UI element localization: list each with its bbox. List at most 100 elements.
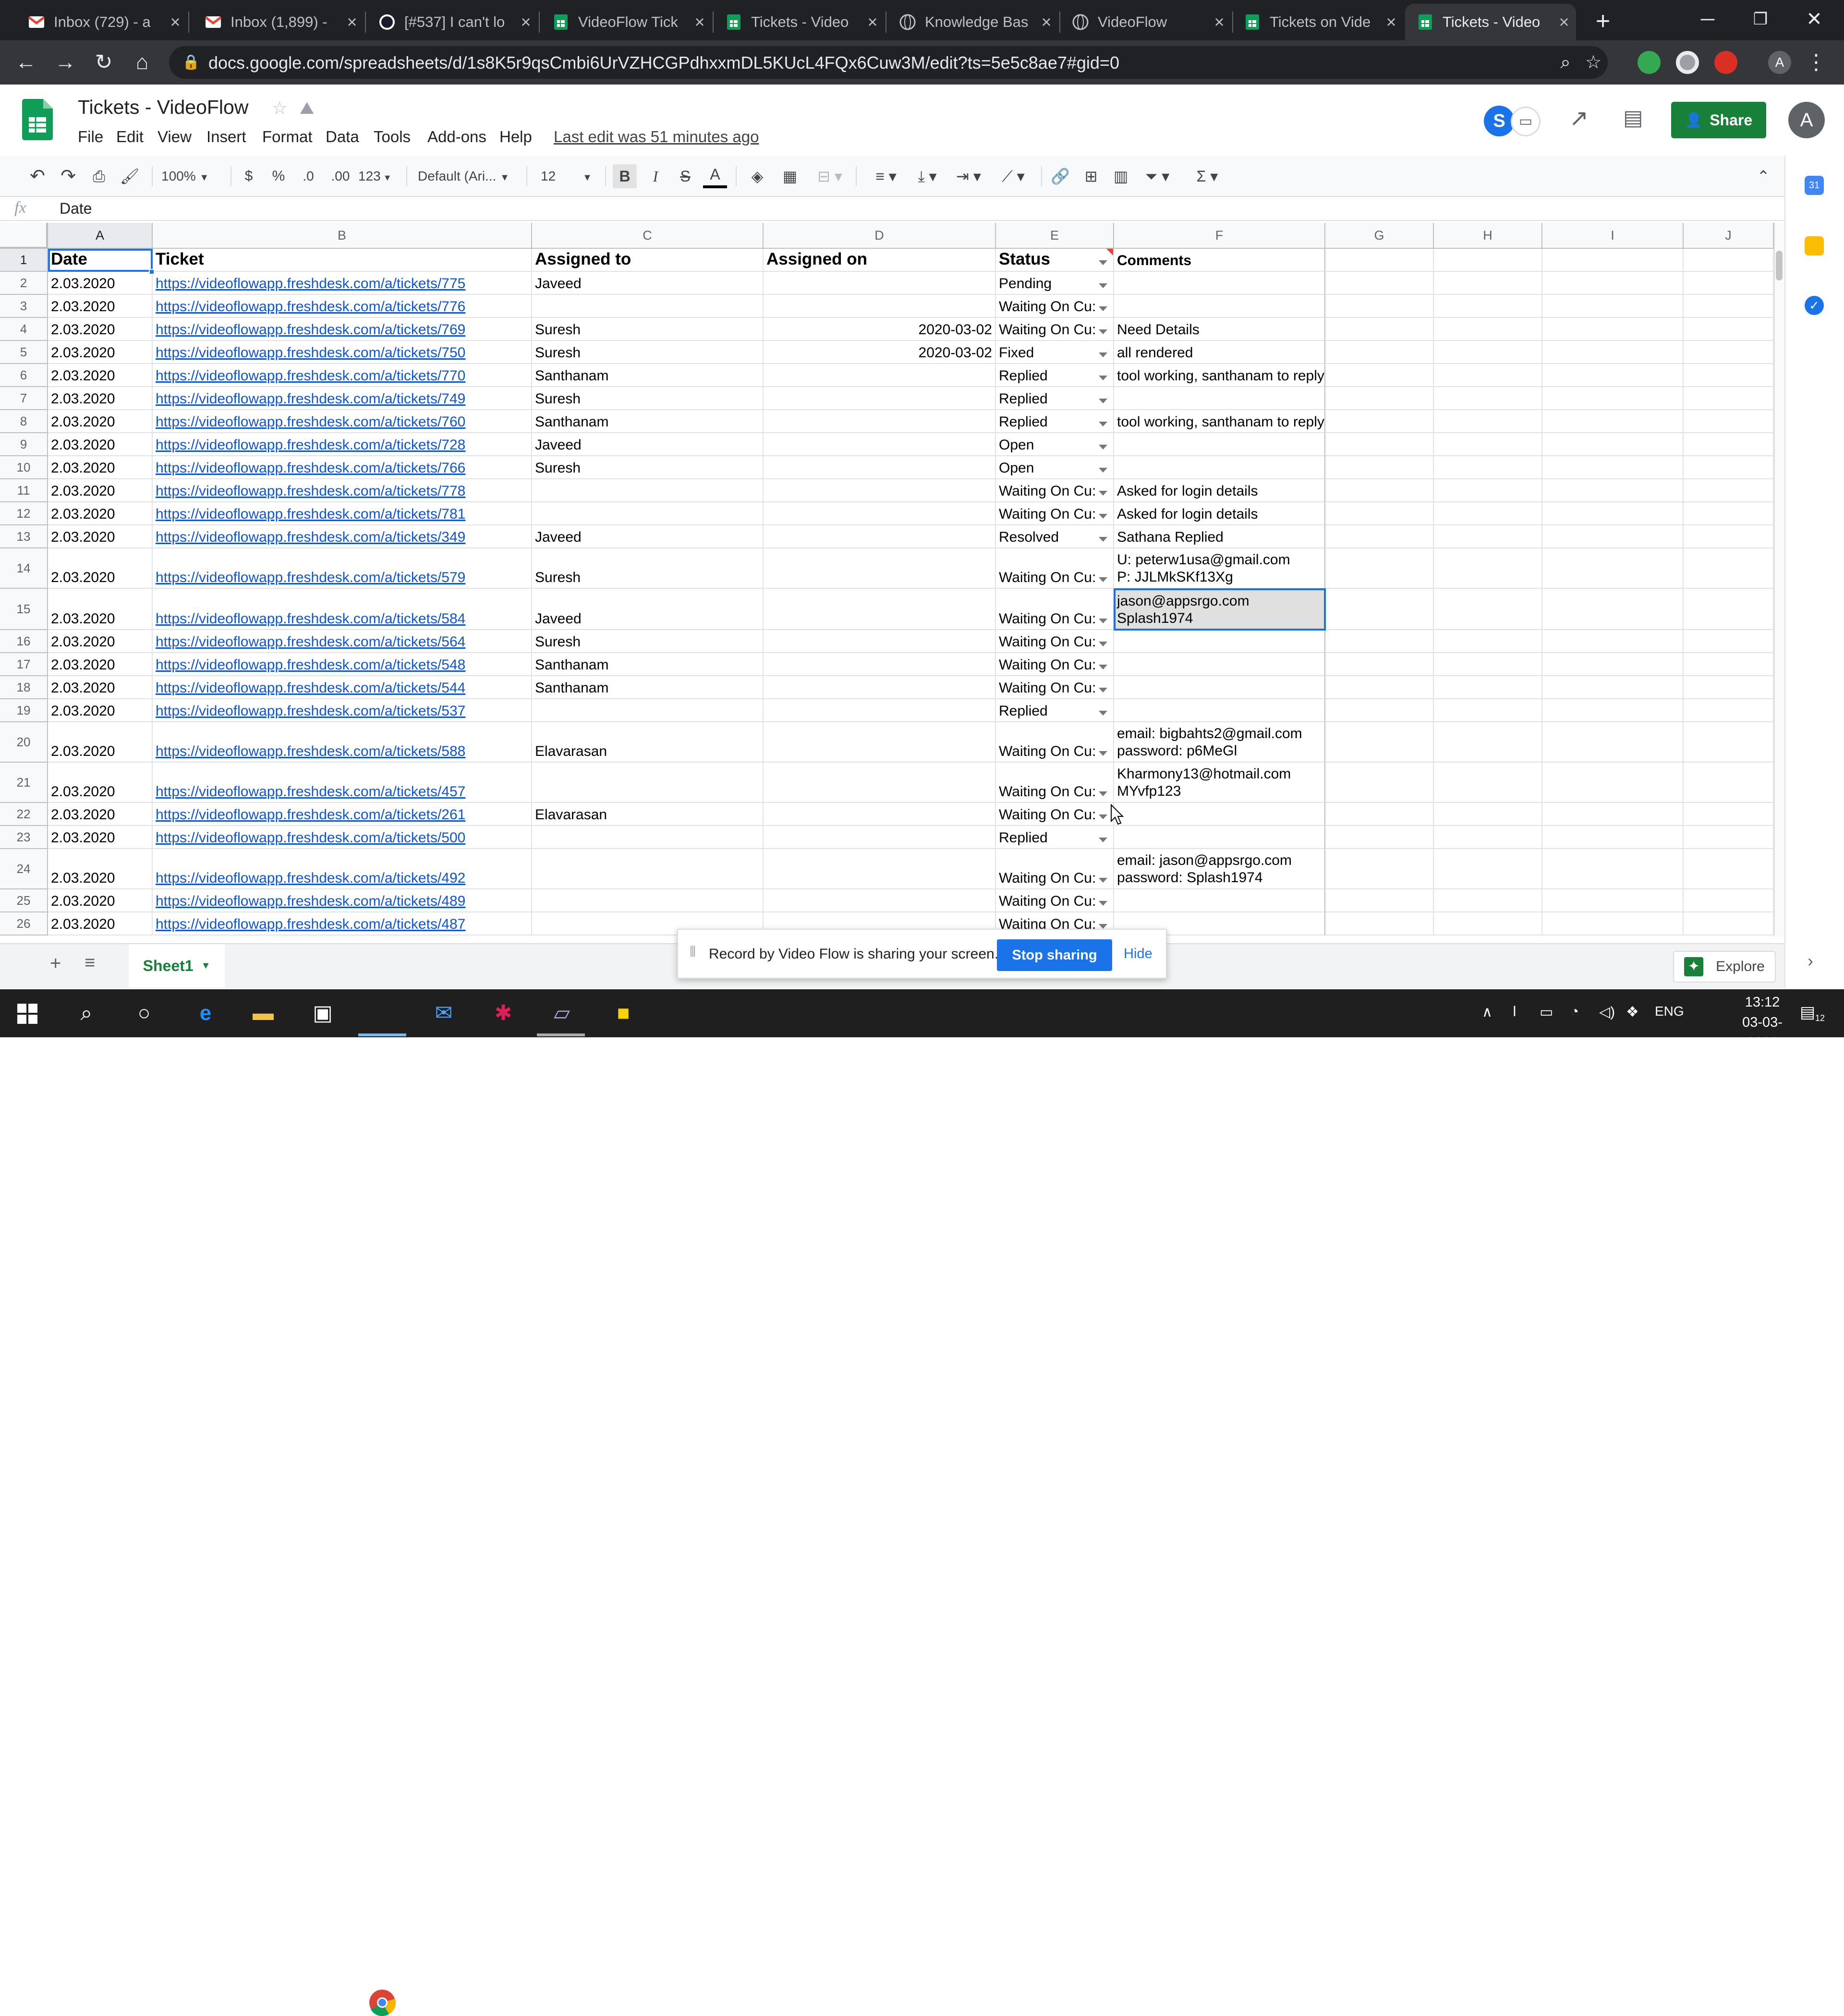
cell-date[interactable]: 2.03.2020 bbox=[48, 364, 153, 387]
empty-cell[interactable] bbox=[1684, 479, 1774, 502]
row-header[interactable]: 23 bbox=[0, 826, 48, 849]
empty-cell[interactable] bbox=[1434, 341, 1542, 364]
cell-status-dropdown[interactable]: Waiting On Cu: bbox=[996, 318, 1114, 341]
row-header[interactable]: 8 bbox=[0, 410, 48, 433]
notification-center-icon[interactable]: ▤ bbox=[1800, 1003, 1815, 1022]
tray-battery-icon[interactable]: ▭ bbox=[1540, 1004, 1553, 1020]
empty-cell[interactable] bbox=[1542, 433, 1684, 456]
tray-wifi-icon[interactable]: ◔ bbox=[1570, 1004, 1579, 1020]
cell-comments[interactable] bbox=[1114, 676, 1325, 699]
tab-close-icon[interactable]: × bbox=[514, 12, 538, 32]
row-header[interactable]: 15 bbox=[0, 589, 48, 630]
row-header[interactable]: 3 bbox=[0, 295, 48, 318]
dropdown-arrow-icon[interactable] bbox=[1099, 260, 1107, 265]
tab-close-icon[interactable]: × bbox=[688, 12, 712, 32]
print-icon[interactable]: ⎙ bbox=[87, 164, 110, 188]
row-header[interactable]: 20 bbox=[0, 722, 48, 763]
new-tab-button[interactable]: + bbox=[1588, 7, 1618, 37]
cell-ticket-link[interactable]: https://videoflowapp.freshdesk.com/a/tic… bbox=[153, 341, 532, 364]
cell-ticket-link[interactable]: https://videoflowapp.freshdesk.com/a/tic… bbox=[153, 889, 532, 912]
paint-format-icon[interactable]: 🖌 bbox=[118, 164, 141, 188]
document-title[interactable]: Tickets - VideoFlow bbox=[78, 96, 248, 119]
cell-date[interactable]: 2.03.2020 bbox=[48, 387, 153, 410]
meet-present-icon[interactable]: ▭ bbox=[1511, 107, 1541, 136]
dropdown-arrow-icon[interactable] bbox=[1099, 306, 1107, 311]
cell-assigned-on[interactable] bbox=[764, 295, 996, 318]
dropdown-arrow-icon[interactable] bbox=[1099, 688, 1107, 692]
search-icon[interactable]: ⌕ bbox=[72, 999, 101, 1028]
menu-item-file[interactable]: File bbox=[78, 128, 103, 146]
empty-cell[interactable] bbox=[1684, 548, 1774, 589]
cell-assigned-on[interactable] bbox=[764, 272, 996, 295]
cell-assigned-on[interactable]: 2020-03-02 bbox=[764, 341, 996, 364]
cell-ticket-link[interactable]: https://videoflowapp.freshdesk.com/a/tic… bbox=[153, 364, 532, 387]
row-header[interactable]: 6 bbox=[0, 364, 48, 387]
percent-format-button[interactable]: % bbox=[269, 164, 288, 188]
minimize-icon[interactable]: ─ bbox=[1693, 5, 1722, 34]
empty-cell[interactable] bbox=[1542, 249, 1684, 272]
empty-cell[interactable] bbox=[1684, 502, 1774, 525]
zoom-select[interactable]: 100% ▼ bbox=[161, 164, 224, 188]
star-icon[interactable]: ☆ bbox=[272, 98, 287, 118]
empty-cell[interactable] bbox=[1684, 249, 1774, 272]
redo-icon[interactable]: ↷ bbox=[57, 164, 80, 188]
forward-icon[interactable]: → bbox=[49, 46, 82, 79]
empty-cell[interactable] bbox=[1684, 630, 1774, 653]
row-header[interactable]: 1 bbox=[0, 249, 48, 272]
more-formats-select[interactable]: 123 ▼ bbox=[358, 164, 397, 188]
text-rotation-icon[interactable]: ⟋ ▾ bbox=[994, 164, 1032, 188]
empty-cell[interactable] bbox=[1434, 502, 1542, 525]
empty-cell[interactable] bbox=[1542, 525, 1684, 548]
merge-cells-icon[interactable]: ⊟ ▾ bbox=[811, 164, 849, 188]
row-header[interactable]: 4 bbox=[0, 318, 48, 341]
text-wrapping-icon[interactable]: ⇥ ▾ bbox=[952, 164, 985, 188]
empty-cell[interactable] bbox=[1684, 803, 1774, 826]
cell-assigned-to[interactable]: Suresh bbox=[532, 630, 764, 653]
row-header[interactable]: 21 bbox=[0, 763, 48, 803]
empty-cell[interactable] bbox=[1434, 318, 1542, 341]
cell-date[interactable]: 2.03.2020 bbox=[48, 653, 153, 676]
cell-ticket-link[interactable]: https://videoflowapp.freshdesk.com/a/tic… bbox=[153, 826, 532, 849]
cell-comments[interactable] bbox=[1114, 295, 1325, 318]
sheet-tab[interactable]: Sheet1 ▼ bbox=[129, 944, 225, 987]
tray-language[interactable]: ENG bbox=[1655, 1004, 1684, 1019]
empty-cell[interactable] bbox=[1684, 525, 1774, 548]
cell-assigned-to[interactable] bbox=[532, 889, 764, 912]
hide-button[interactable]: Hide bbox=[1124, 946, 1152, 962]
empty-cell[interactable] bbox=[1542, 889, 1684, 912]
collapse-chevron-up-icon[interactable]: ⌃ bbox=[1752, 164, 1775, 188]
column-header-d[interactable]: D bbox=[764, 223, 996, 249]
menu-item-help[interactable]: Help bbox=[499, 128, 532, 146]
cell-ticket-link[interactable]: https://videoflowapp.freshdesk.com/a/tic… bbox=[153, 479, 532, 502]
empty-cell[interactable] bbox=[1325, 722, 1434, 763]
file-explorer-icon[interactable]: ▬ bbox=[249, 999, 278, 1028]
empty-cell[interactable] bbox=[1542, 318, 1684, 341]
empty-cell[interactable] bbox=[1434, 763, 1542, 803]
text-color-button[interactable]: A bbox=[703, 164, 727, 188]
select-all-corner[interactable] bbox=[0, 223, 48, 249]
empty-cell[interactable] bbox=[1434, 295, 1542, 318]
empty-cell[interactable] bbox=[1434, 722, 1542, 763]
empty-cell[interactable] bbox=[1542, 630, 1684, 653]
cell-status-dropdown[interactable]: Waiting On Cu: bbox=[996, 763, 1114, 803]
comments-icon[interactable]: ▤ bbox=[1623, 106, 1643, 130]
extension-grammarly-icon[interactable] bbox=[1638, 51, 1661, 74]
cell-ticket-link[interactable]: https://videoflowapp.freshdesk.com/a/tic… bbox=[153, 653, 532, 676]
dropdown-arrow-icon[interactable] bbox=[1099, 283, 1107, 288]
empty-cell[interactable] bbox=[1542, 803, 1684, 826]
empty-cell[interactable] bbox=[1434, 589, 1542, 630]
extension-record-icon[interactable] bbox=[1714, 51, 1737, 74]
cell-assigned-to[interactable]: Javeed bbox=[532, 272, 764, 295]
chrome-icon[interactable] bbox=[369, 1989, 396, 2016]
empty-cell[interactable] bbox=[1325, 525, 1434, 548]
dropdown-arrow-icon[interactable] bbox=[1099, 619, 1107, 623]
header-cell-status[interactable]: Status bbox=[996, 249, 1114, 272]
tab-close-icon[interactable]: × bbox=[340, 12, 364, 32]
dropdown-arrow-icon[interactable] bbox=[1099, 491, 1107, 496]
empty-cell[interactable] bbox=[1542, 589, 1684, 630]
cell-comments[interactable]: Asked for login details bbox=[1114, 502, 1325, 525]
cell-assigned-to[interactable]: Javeed bbox=[532, 433, 764, 456]
cell-status-dropdown[interactable]: Replied bbox=[996, 410, 1114, 433]
empty-cell[interactable] bbox=[1542, 364, 1684, 387]
cell-date[interactable]: 2.03.2020 bbox=[48, 525, 153, 548]
